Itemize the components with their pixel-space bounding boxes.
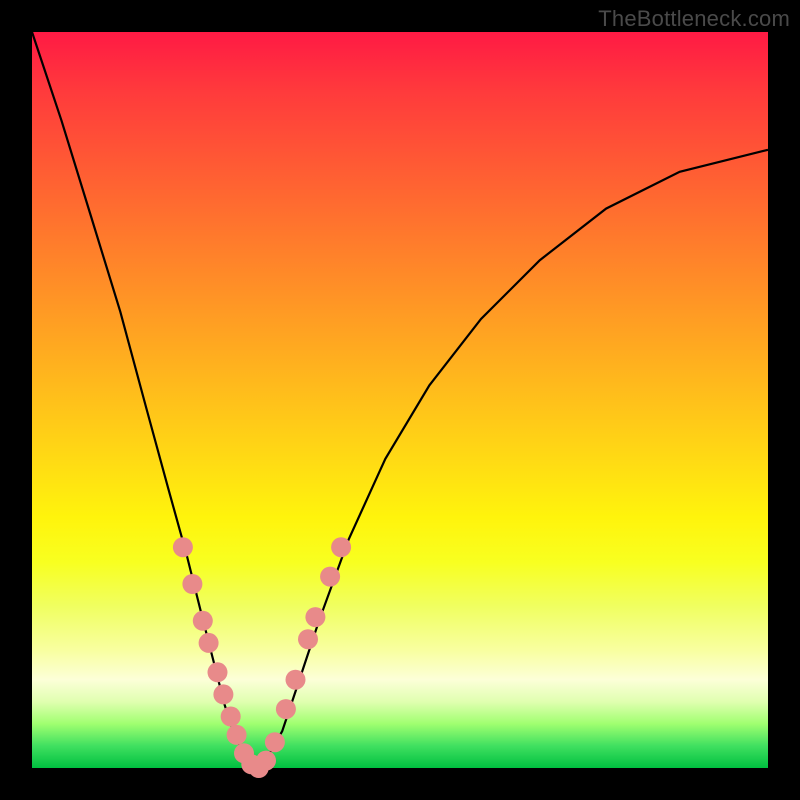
curve-marker bbox=[331, 537, 351, 557]
watermark-text: TheBottleneck.com bbox=[598, 6, 790, 32]
curve-marker bbox=[173, 537, 193, 557]
curve-marker bbox=[193, 611, 213, 631]
plot-area bbox=[32, 32, 768, 768]
curve-marker bbox=[221, 707, 241, 727]
curve-marker bbox=[305, 607, 325, 627]
chart-frame: TheBottleneck.com bbox=[0, 0, 800, 800]
marker-group bbox=[173, 537, 351, 778]
curve-marker bbox=[265, 732, 285, 752]
curve-marker bbox=[256, 751, 276, 771]
curve-marker bbox=[208, 662, 228, 682]
curve-marker bbox=[276, 699, 296, 719]
curve-marker bbox=[227, 725, 247, 745]
curve-marker bbox=[286, 670, 306, 690]
curve-marker bbox=[213, 684, 233, 704]
bottleneck-curve bbox=[32, 32, 768, 768]
curve-marker bbox=[298, 629, 318, 649]
curve-layer bbox=[32, 32, 768, 768]
curve-marker bbox=[320, 567, 340, 587]
curve-marker bbox=[182, 574, 202, 594]
curve-marker bbox=[199, 633, 219, 653]
